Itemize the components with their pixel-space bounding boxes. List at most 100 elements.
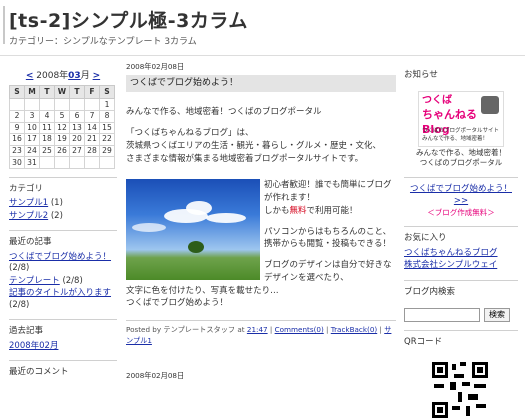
calendar-month-link[interactable]: 03 (68, 71, 81, 81)
notice-link[interactable]: つくばでブログ始めよう！ (410, 184, 512, 194)
comments-link[interactable]: Comments(0) (275, 325, 324, 334)
post-title[interactable]: つくばでブログ始めよう！ (126, 74, 396, 93)
calendar-day: 31 (24, 156, 40, 169)
qr-heading: QRコード (404, 336, 443, 347)
weekday-header: W (54, 85, 70, 100)
notice-heading: お知らせ (404, 70, 438, 80)
qr-block: QRコード (404, 329, 518, 418)
post-paragraph: 「つくばちゃんねるブログ」は、 茨城県つくばエリアの生活・観光・暮らし・グルメ・… (126, 127, 396, 165)
notice-link-block: つくばでブログ始めよう！ >> ＜ブログ作成無料＞ (404, 176, 518, 218)
calendar-week-row: 30 31 (9, 156, 115, 169)
weekday-header: T (39, 85, 55, 100)
calendar-day (69, 98, 85, 111)
post-date: 2008年02月08日 (126, 370, 185, 380)
calendar-day: 10 (24, 121, 40, 135)
calendar-day: 26 (54, 144, 70, 158)
tree-icon (188, 241, 204, 254)
calendar-day (84, 98, 100, 111)
calendar-day: 30 (9, 156, 25, 169)
calendar-day: 6 (69, 110, 85, 123)
header: [ts-2]シンプル極-3カラム カテゴリー：シンプルなテンプレート 3カラム (0, 0, 525, 52)
calendar-day: 5 (54, 110, 70, 123)
calendar-day (99, 156, 115, 169)
notice-more-link[interactable]: >> (454, 196, 468, 206)
blog-banner[interactable]: つくば ちゃんねるBlog つくばのブログポータルサイト みんなで作る、地域密着… (418, 90, 504, 147)
recent-post-date: (2/8) (9, 299, 30, 310)
robot-icon (481, 95, 499, 114)
category-link[interactable]: サンプル1 (9, 198, 48, 208)
recent-post-link[interactable]: 記事のタイトルが入ります (9, 288, 111, 298)
site-title[interactable]: [ts-2]シンプル極-3カラム (9, 6, 248, 33)
favorite-link[interactable]: 株式会社シンプルウェイ (404, 260, 497, 270)
calendar-day: 17 (24, 133, 40, 146)
search-block: ブログ内検索 検索 (404, 279, 518, 322)
calendar-day: 13 (69, 121, 85, 135)
search-input[interactable] (404, 307, 480, 322)
calendar-day (54, 98, 70, 111)
free-highlight: 無料 (289, 205, 307, 216)
favorites-heading: お気に入り (404, 233, 447, 244)
archives-heading: 過去記事 (9, 319, 117, 337)
favorite-link[interactable]: つくばちゃんねるブログ (404, 248, 498, 258)
calendar-day (84, 156, 100, 169)
calendar-day: 22 (99, 133, 115, 146)
archives-list: 2008年02月 (9, 341, 117, 352)
post-time-link[interactable]: 21:47 (247, 325, 268, 334)
calendar-day (54, 156, 70, 169)
recent-post-link[interactable]: テンプレート (9, 276, 60, 286)
calendar-prev-link[interactable]: < (26, 71, 34, 81)
calendar-year: 2008年 (36, 71, 69, 81)
calendar-day: 14 (84, 121, 100, 135)
calendar-next-link[interactable]: > (93, 71, 101, 81)
calendar-day: 29 (99, 144, 115, 158)
recent-posts-heading: 最近の記事 (9, 230, 117, 248)
calendar-week-row: 2345678 (9, 110, 115, 123)
list-item: 記事のタイトルが入ります (2/8) (9, 288, 117, 311)
recent-post-link[interactable]: つくばでブログ始めよう！ (9, 252, 111, 262)
calendar-day (69, 156, 85, 169)
calendar-day: 9 (9, 121, 25, 135)
calendar-day: 1 (99, 98, 115, 111)
calendar-day: 11 (39, 121, 55, 135)
favorites-block: お気に入り つくばちゃんねるブログ 株式会社シンプルウェイ (404, 226, 518, 272)
calendar-day: 20 (69, 133, 85, 146)
weekday-header: T (69, 85, 85, 100)
qr-code-icon (432, 361, 488, 418)
header-divider (0, 55, 525, 56)
calendar-day (9, 98, 25, 111)
calendar-week-row: 23 24 25 26 27 28 29 (9, 144, 115, 158)
weekday-header: S (99, 85, 115, 100)
category-count: (2) (50, 210, 63, 221)
post-date: 2008年02月08日 (126, 62, 185, 71)
category-count: (1) (50, 198, 63, 209)
archive-link[interactable]: 2008年02月 (9, 341, 58, 351)
calendar-day: 18 (39, 133, 55, 146)
recent-comments-heading: 最近のコメント (9, 360, 117, 378)
calendar-day: 4 (39, 110, 55, 123)
list-item: テンプレート (2/8) (9, 276, 117, 287)
landscape-image (126, 179, 260, 281)
calendar-day: 8 (99, 110, 115, 123)
calendar-day: 2 (9, 110, 25, 123)
calendar-weekday-row: SMTWTFS (9, 85, 115, 100)
calendar-day: 12 (54, 121, 70, 135)
weekday-header: F (84, 85, 100, 100)
post-meta: Posted by テンプレートスタッフ at 21:47 | Comments… (126, 320, 396, 347)
post-text: 茨城県つくばエリアの生活・観光・暮らし・グルメ・歴史・文化、 (126, 140, 382, 151)
banner-caption: みんなで作る、地域密着！ つくばのブログポータル (416, 147, 506, 168)
trackback-link[interactable]: TrackBack(0) (331, 325, 377, 334)
search-button[interactable]: 検索 (484, 307, 510, 322)
calendar-body: 1 2 3 4 5 6 7 8 9 10 11 12 13 14 15 16 17 18 19 20 21 22 23 24 2… (9, 98, 115, 169)
list-item: サンプル2 (2) (9, 211, 117, 222)
free-note: ＜ブログ作成無料＞ (427, 207, 495, 217)
list-item: サンプル1 (1) (9, 198, 117, 209)
search-heading: ブログ内検索 (404, 286, 456, 297)
weekday-header: M (24, 85, 40, 100)
category-link[interactable]: サンプル2 (9, 211, 48, 221)
list-item: 2008年02月 (9, 341, 117, 352)
post-text: つくばでブログ始めよう！ (126, 298, 229, 309)
list-item: つくばでブログ始めよう！ (2/8) (9, 252, 117, 275)
calendar-week-row: 9 10 11 12 13 14 15 (9, 121, 115, 135)
site-description: カテゴリー：シンプルなテンプレート 3カラム (9, 37, 197, 47)
calendar-day (39, 98, 55, 111)
